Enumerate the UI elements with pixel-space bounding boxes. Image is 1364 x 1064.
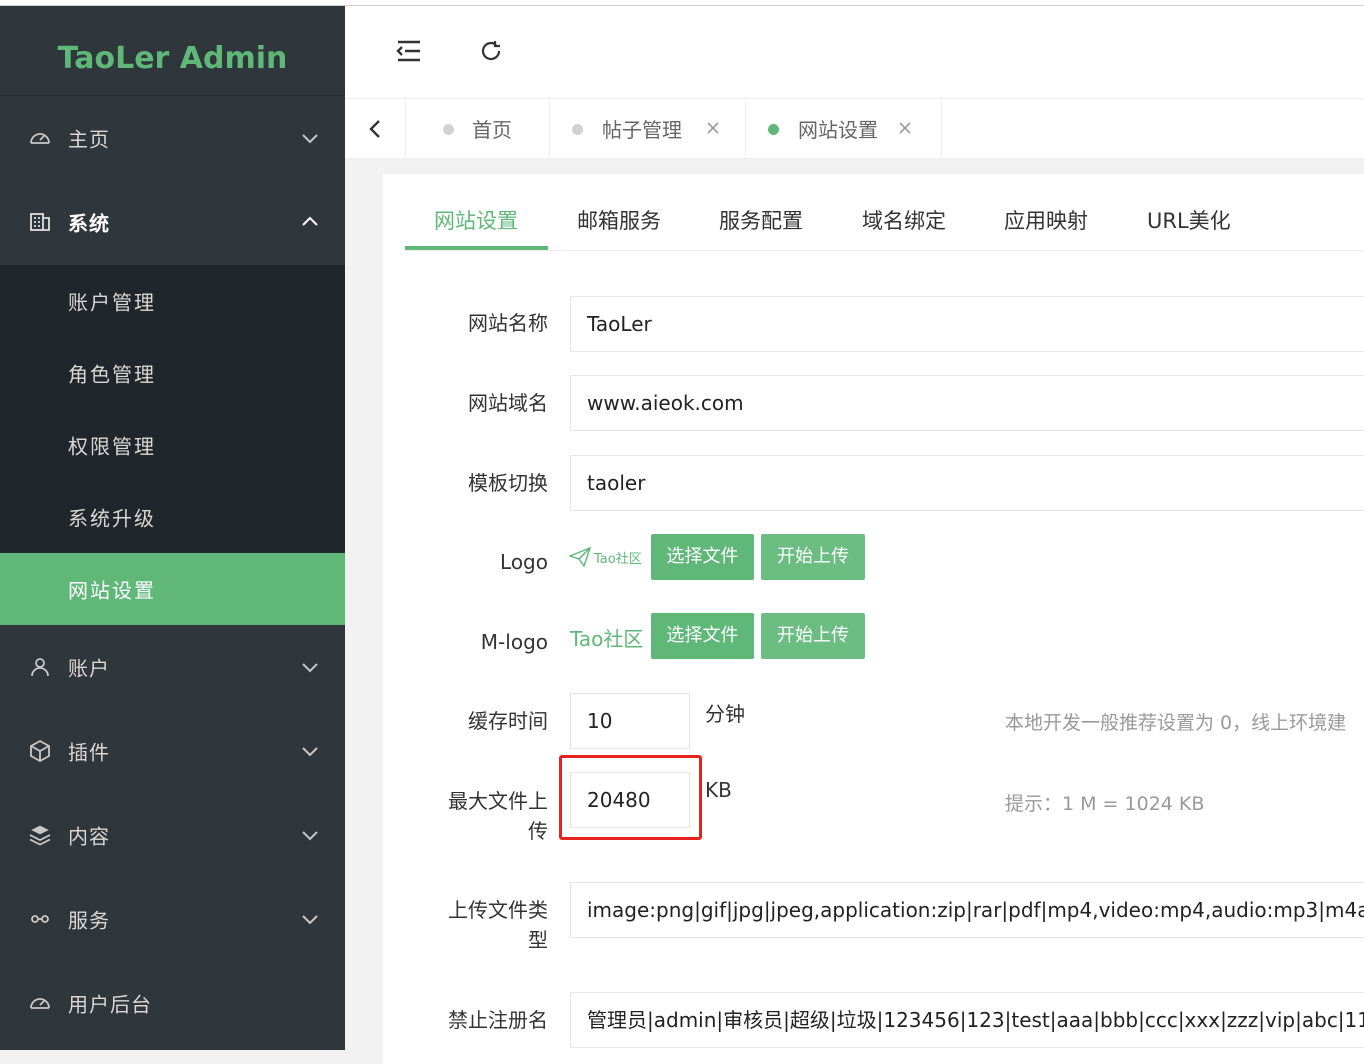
submenu-item-system-upgrade[interactable]: 系统升级	[0, 481, 345, 553]
sidebar-item-label: 账户	[68, 656, 110, 681]
tab-label: 网站设置	[798, 118, 878, 142]
domain-input[interactable]: www.aieok.com	[570, 375, 1364, 431]
banned-names-input[interactable]: 管理员|admin|审核员|超级|垃圾|123456|123|test|aaa|…	[570, 992, 1364, 1048]
submenu-label: 账户管理	[68, 290, 156, 315]
settings-tab-service-config[interactable]: 服务配置	[719, 205, 803, 235]
close-icon[interactable]	[897, 120, 913, 136]
template-input[interactable]: taoler	[570, 455, 1364, 511]
sidebar-item-account[interactable]: 账户	[0, 625, 345, 709]
cache-time-unit: 分钟	[705, 702, 745, 726]
tab-status-dot	[572, 124, 583, 135]
sidebar-item-label: 服务	[68, 908, 110, 933]
sidebar: TaoLer Admin 主页 系统 账户管理 角色管理 权限管理 系统升级 网…	[0, 6, 345, 1050]
cache-time-input[interactable]: 10	[570, 693, 690, 749]
sidebar-item-system[interactable]: 系统	[0, 180, 345, 264]
submenu-label: 网站设置	[68, 578, 156, 603]
settings-tab-domain[interactable]: 域名绑定	[862, 205, 946, 235]
submenu-label: 权限管理	[68, 434, 156, 459]
settings-tab-url-beautify[interactable]: URL美化	[1147, 205, 1231, 235]
label-file-types-line2: 型	[528, 928, 548, 952]
submenu-item-site-settings[interactable]: 网站设置	[0, 553, 345, 625]
tab-posts[interactable]: 帖子管理	[550, 99, 746, 158]
label-max-upload-line2: 传	[528, 819, 548, 843]
label-template: 模板切换	[468, 471, 548, 495]
mlogo-upload-button[interactable]: 开始上传	[761, 613, 865, 659]
menu-fold-icon[interactable]	[392, 34, 426, 68]
tab-label: 帖子管理	[602, 118, 682, 142]
logo-preview-text: Tao社区	[594, 552, 642, 567]
label-cache-time: 缓存时间	[468, 709, 548, 733]
site-name-input[interactable]: TaoLer	[570, 296, 1364, 352]
sidebar-item-label: 内容	[68, 824, 110, 849]
tab-home[interactable]: 首页	[406, 99, 550, 158]
sidebar-item-user-backend[interactable]: 用户后台	[0, 961, 345, 1045]
settings-tab-app-mapping[interactable]: 应用映射	[1004, 205, 1088, 235]
sidebar-item-services[interactable]: 服务	[0, 877, 345, 961]
label-site-name: 网站名称	[468, 311, 548, 335]
cache-time-hint: 本地开发一般推荐设置为 0，线上环境建	[1005, 712, 1347, 734]
label-domain: 网站域名	[468, 391, 548, 415]
sidebar-item-plugins[interactable]: 插件	[0, 709, 345, 793]
sidebar-item-home[interactable]: 主页	[0, 96, 345, 180]
settings-tab-email[interactable]: 邮箱服务	[577, 205, 661, 235]
settings-tabs: 网站设置 邮箱服务 服务配置 域名绑定 应用映射 URL美化	[405, 174, 1364, 251]
tabs-prev-button[interactable]	[345, 99, 406, 158]
refresh-icon[interactable]	[474, 34, 508, 68]
label-banned-names: 禁止注册名	[448, 1008, 548, 1032]
submenu-item-role-management[interactable]: 角色管理	[0, 337, 345, 409]
mlogo-select-file-button[interactable]: 选择文件	[651, 613, 754, 659]
chevron-down-icon	[302, 134, 318, 144]
active-tab-indicator	[405, 246, 548, 250]
system-submenu: 账户管理 角色管理 权限管理 系统升级 网站设置	[0, 265, 345, 625]
submenu-label: 系统升级	[68, 506, 156, 531]
sidebar-item-label: 插件	[68, 740, 110, 765]
highlight-box	[559, 755, 702, 840]
chevron-left-icon	[369, 120, 380, 138]
label-mlogo: M-logo	[480, 630, 548, 654]
submenu-item-permission-management[interactable]: 权限管理	[0, 409, 345, 481]
link-icon	[31, 915, 49, 923]
sidebar-item-label: 主页	[68, 127, 110, 152]
dashboard-icon	[30, 998, 50, 1009]
label-file-types-line1: 上传文件类	[448, 898, 548, 922]
max-upload-unit: KB	[705, 778, 732, 802]
paper-plane-icon	[569, 547, 591, 567]
page-tabs: 首页 帖子管理 网站设置	[345, 99, 1364, 159]
label-max-upload-line1: 最大文件上	[448, 789, 548, 813]
close-icon[interactable]	[705, 120, 721, 136]
label-logo: Logo	[500, 550, 548, 574]
chevron-down-icon	[302, 663, 318, 673]
chevron-down-icon	[302, 747, 318, 757]
mlogo-preview-text: Tao社区	[570, 627, 644, 651]
submenu-item-account-management[interactable]: 账户管理	[0, 265, 345, 337]
sidebar-item-label: 用户后台	[68, 992, 152, 1017]
tab-status-dot	[443, 124, 454, 135]
sidebar-item-content[interactable]: 内容	[0, 793, 345, 877]
top-header	[345, 6, 1364, 99]
chevron-down-icon	[302, 831, 318, 841]
sidebar-item-label: 系统	[68, 211, 110, 236]
file-types-input[interactable]: image:png|gif|jpg|jpeg,application:zip|r…	[570, 882, 1364, 938]
dashboard-icon	[30, 133, 50, 144]
user-icon	[31, 658, 49, 677]
tab-site-settings[interactable]: 网站设置	[746, 99, 942, 158]
chevron-down-icon	[302, 915, 318, 925]
logo-preview: Tao社区	[569, 545, 647, 569]
tab-label: 首页	[472, 118, 512, 142]
system-icon	[30, 213, 50, 231]
chevron-up-icon	[302, 216, 318, 226]
app-logo: TaoLer Admin	[0, 6, 345, 96]
max-upload-hint: 提示：1 M = 1024 KB	[1005, 793, 1205, 815]
logo-upload-button[interactable]: 开始上传	[761, 534, 865, 580]
submenu-label: 角色管理	[68, 362, 156, 387]
cube-icon	[30, 739, 50, 763]
logo-select-file-button[interactable]: 选择文件	[651, 534, 754, 580]
layers-icon	[28, 824, 52, 846]
settings-tab-site[interactable]: 网站设置	[434, 205, 518, 235]
tab-status-dot	[768, 124, 779, 135]
